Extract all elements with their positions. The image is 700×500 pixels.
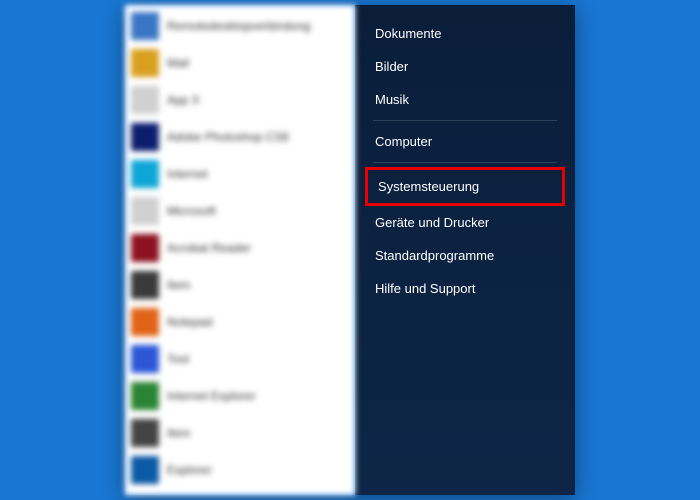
app-label: Internet Explorer <box>167 389 256 403</box>
program-item[interactable]: Microsoft <box>125 192 355 229</box>
app-icon <box>131 49 159 77</box>
app-label: Mail <box>167 56 189 70</box>
menu-computer[interactable]: Computer <box>355 125 575 158</box>
app-icon <box>131 234 159 262</box>
app-icon <box>131 12 159 40</box>
app-icon <box>131 160 159 188</box>
app-icon <box>131 86 159 114</box>
program-item[interactable]: Acrobat Reader <box>125 229 355 266</box>
program-item[interactable]: Tool <box>125 340 355 377</box>
app-label: Item <box>167 278 190 292</box>
app-label: Tool <box>167 352 189 366</box>
app-icon <box>131 308 159 336</box>
app-label: Acrobat Reader <box>167 241 251 255</box>
menu-documents[interactable]: Dokumente <box>355 17 575 50</box>
app-icon <box>131 197 159 225</box>
app-label: Remotedesktopverbindung <box>167 19 310 33</box>
app-label: Adobe Photoshop CS6 <box>167 130 289 144</box>
app-icon <box>131 123 159 151</box>
app-label: Internet <box>167 167 208 181</box>
app-icon <box>131 271 159 299</box>
program-item[interactable]: Remotedesktopverbindung <box>125 7 355 44</box>
menu-devices-printers[interactable]: Geräte und Drucker <box>355 206 575 239</box>
app-label: Explorer <box>167 463 212 477</box>
app-label: Microsoft <box>167 204 216 218</box>
program-item[interactable]: Item <box>125 266 355 303</box>
program-item[interactable]: App X <box>125 81 355 118</box>
app-icon <box>131 456 159 484</box>
menu-help-support[interactable]: Hilfe und Support <box>355 272 575 305</box>
app-icon <box>131 345 159 373</box>
program-item[interactable]: Explorer <box>125 451 355 488</box>
program-item[interactable]: Item <box>125 414 355 451</box>
app-icon <box>131 382 159 410</box>
app-label: App X <box>167 93 200 107</box>
menu-control-panel[interactable]: Systemsteuerung <box>368 170 562 203</box>
menu-divider <box>373 120 557 121</box>
program-item[interactable]: Notepad <box>125 303 355 340</box>
program-item[interactable]: Adobe Photoshop CS6 <box>125 118 355 155</box>
app-label: Notepad <box>167 315 212 329</box>
program-item[interactable]: Mail <box>125 44 355 81</box>
program-item[interactable]: Internet <box>125 155 355 192</box>
app-label: Item <box>167 426 190 440</box>
menu-default-programs[interactable]: Standardprogramme <box>355 239 575 272</box>
app-icon <box>131 419 159 447</box>
program-item[interactable]: Internet Explorer <box>125 377 355 414</box>
programs-list: Remotedesktopverbindung Mail App X Adobe Ph… <box>125 5 355 495</box>
start-menu: Remotedesktopverbindung Mail App X Adobe Ph… <box>125 5 575 495</box>
menu-music[interactable]: Musik <box>355 83 575 116</box>
places-menu: DokumenteBilderMusik Computer Systemsteu… <box>355 5 575 495</box>
highlight-systemsteuerung: Systemsteuerung <box>365 167 565 206</box>
menu-pictures[interactable]: Bilder <box>355 50 575 83</box>
menu-divider <box>373 162 557 163</box>
